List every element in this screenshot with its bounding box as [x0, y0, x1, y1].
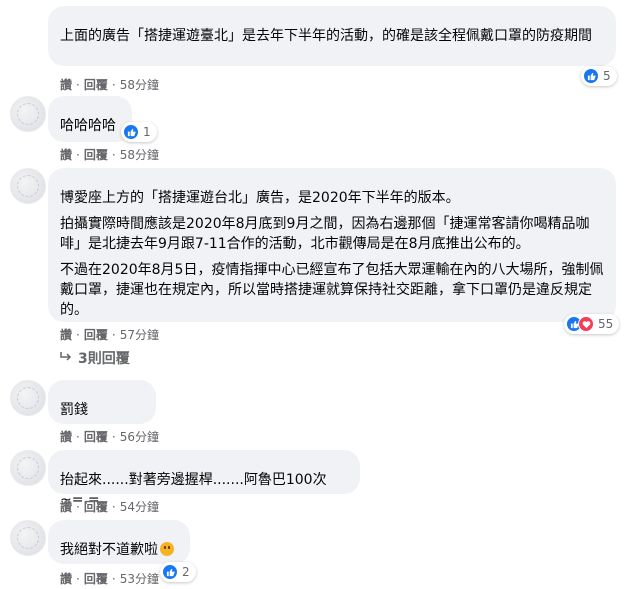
reply-button[interactable]: 回覆 — [84, 78, 108, 92]
comment-paragraph: 拍攝實際時間應該是2020年8月底到9月之間，因為右邊那個「捷運常客請你喝精品咖… — [60, 216, 590, 252]
reply-arrow-icon — [60, 350, 72, 366]
comment-text: 罰錢 — [60, 400, 144, 420]
comment-bubble: 上面的廣告「搭捷運遊臺北」是去年下半年的活動，的確是該全程佩戴口罩的防疫期間 — [48, 6, 616, 66]
comment-actions: 讚 · 回覆 · 56分鐘 — [60, 430, 159, 444]
reply-button[interactable]: 回覆 — [84, 148, 108, 162]
avatar[interactable] — [10, 96, 46, 132]
comment-text: 哈哈哈哈 — [60, 116, 120, 136]
like-icon — [583, 68, 599, 84]
comment-actions: 讚 · 回覆 · 58分鐘 — [60, 148, 159, 162]
sad-face-emoji-icon — [160, 542, 174, 556]
comment-paragraph: 罰錢 — [60, 402, 88, 418]
reaction-summary[interactable]: 1 — [121, 122, 157, 142]
reply-button[interactable]: 回覆 — [84, 572, 108, 586]
reply-button[interactable]: 回覆 — [84, 328, 108, 342]
commenter-name[interactable] — [60, 386, 144, 400]
comment-actions: 讚 · 回覆 · 57分鐘 — [60, 328, 159, 342]
timestamp[interactable]: 57分鐘 — [120, 328, 159, 342]
love-icon — [578, 316, 594, 332]
comment-paragraph: 我絕對不道歉啦 — [60, 542, 158, 558]
reaction-count: 55 — [598, 317, 614, 331]
reaction-summary[interactable]: 2 — [160, 562, 196, 582]
comment-bubble: 抬起來......對著旁邊握桿.......阿魯巴100次~=.= — [48, 450, 360, 508]
avatar[interactable] — [10, 450, 46, 486]
comment-text: 上面的廣告「搭捷運遊臺北」是去年下半年的活動，的確是該全程佩戴口罩的防疫期間 — [60, 26, 604, 46]
like-icon — [123, 124, 139, 140]
comment-actions: 讚 · 回覆 · 58分鐘 — [60, 78, 159, 92]
like-button[interactable]: 讚 — [60, 78, 72, 92]
reply-button[interactable]: 回覆 — [84, 500, 108, 514]
timestamp[interactable]: 56分鐘 — [120, 430, 159, 444]
comment-actions: 讚 · 回覆 · 53分鐘 — [60, 572, 159, 586]
avatar[interactable] — [10, 380, 46, 416]
comment-text: 博愛座上方的「搭捷運遊台北」廣告，是2020年下半年的版本。 拍攝實際時間應該是… — [60, 188, 604, 320]
comment-paragraph: 博愛座上方的「搭捷運遊台北」廣告，是2020年下半年的版本。 — [60, 190, 460, 206]
timestamp[interactable]: 53分鐘 — [120, 572, 159, 586]
view-replies-link[interactable]: 3則回覆 — [60, 348, 130, 368]
reaction-summary[interactable]: 55 — [564, 314, 620, 334]
reaction-count: 1 — [143, 125, 151, 139]
commenter-name[interactable] — [60, 456, 348, 470]
commenter-name[interactable] — [60, 174, 604, 188]
timestamp[interactable]: 54分鐘 — [120, 500, 159, 514]
commenter-name[interactable] — [60, 12, 604, 26]
comment-text: 我絕對不道歉啦 — [60, 540, 178, 560]
avatar[interactable] — [10, 168, 46, 204]
timestamp[interactable]: 58分鐘 — [120, 148, 159, 162]
like-button[interactable]: 讚 — [60, 328, 72, 342]
comment-bubble: 罰錢 — [48, 380, 156, 424]
comment-bubble: 我絕對不道歉啦 — [48, 520, 190, 564]
like-icon — [162, 564, 178, 580]
commenter-name[interactable] — [60, 526, 178, 540]
comment-bubble: 博愛座上方的「搭捷運遊台北」廣告，是2020年下半年的版本。 拍攝實際時間應該是… — [48, 168, 616, 322]
like-button[interactable]: 讚 — [60, 148, 72, 162]
reaction-summary[interactable]: 5 — [581, 66, 617, 86]
comment-paragraph: 上面的廣告「搭捷運遊臺北」是去年下半年的活動，的確是該全程佩戴口罩的防疫期間 — [60, 28, 592, 44]
reply-button[interactable]: 回覆 — [84, 430, 108, 444]
like-button[interactable]: 讚 — [60, 430, 72, 444]
avatar[interactable] — [10, 520, 46, 556]
like-button[interactable]: 讚 — [60, 572, 72, 586]
comment-actions: 讚 · 回覆 · 54分鐘 — [60, 500, 159, 514]
comment-paragraph: 哈哈哈哈 — [60, 118, 116, 134]
commenter-name[interactable] — [60, 102, 120, 116]
timestamp[interactable]: 58分鐘 — [120, 78, 159, 92]
like-button[interactable]: 讚 — [60, 500, 72, 514]
comment-bubble: 哈哈哈哈 — [48, 96, 132, 142]
replies-count-label: 3則回覆 — [78, 351, 130, 367]
comment-paragraph: 不過在2020年8月5日，疫情指揮中心已經宣布了包括大眾運輸在內的八大場所，強制… — [60, 262, 604, 318]
reaction-count: 2 — [182, 565, 190, 579]
reaction-count: 5 — [603, 69, 611, 83]
